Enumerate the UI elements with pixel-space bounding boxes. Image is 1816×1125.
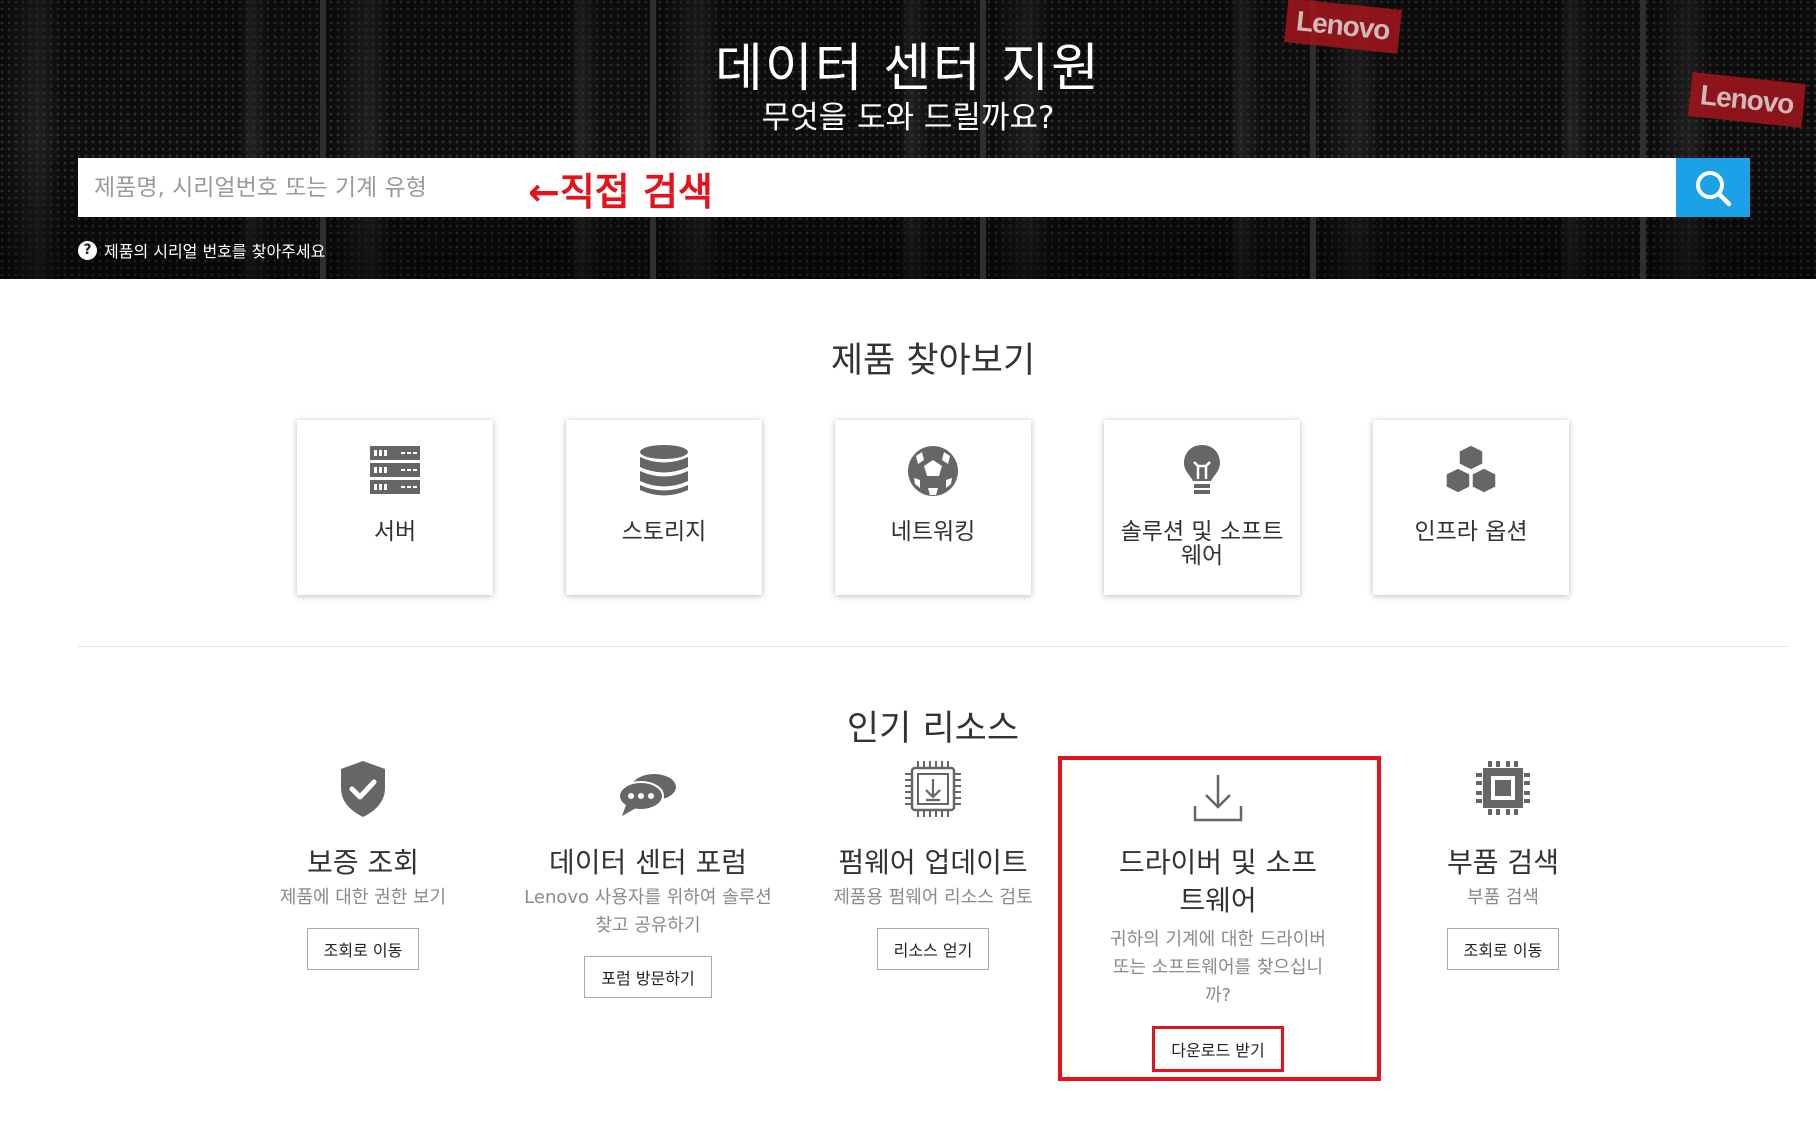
database-icon xyxy=(640,445,688,496)
category-label: 네트워킹 xyxy=(890,519,976,545)
product-category-cards: 서버 스토리지 네트워킹 솔루션 및 소프트웨어 인프라 옵션 xyxy=(297,420,1569,600)
download-icon xyxy=(1193,775,1243,822)
network-globe-icon xyxy=(908,446,958,496)
popular-resources-heading: 인기 리소스 xyxy=(846,709,1020,749)
resource-title: 보증 조회 xyxy=(307,846,419,879)
cpu-chip-icon xyxy=(1476,761,1530,815)
warranty-lookup-button[interactable]: 조회로 이동 xyxy=(306,928,420,970)
category-label: 솔루션 및 소프트웨어 xyxy=(1120,519,1284,569)
resource-description: 귀하의 기계에 대한 드라이버 또는 소프트웨어를 찾으십니까? xyxy=(1110,929,1326,1006)
server-icon xyxy=(370,446,420,494)
category-label: 스토리지 xyxy=(621,519,707,545)
resource-title: 데이터 센터 포럼 xyxy=(548,846,748,879)
resource-title: 펌웨어 업데이트 xyxy=(838,846,1028,879)
firmware-chip-icon xyxy=(905,761,961,817)
resource-parts: 부품 검색 부품 검색 조회로 이동 xyxy=(1373,760,1633,970)
resource-forum: 데이터 센터 포럼 Lenovo 사용자를 위하여 솔루션 찾고 공유하기 포럼… xyxy=(518,760,778,998)
resource-title: 부품 검색 xyxy=(1447,846,1559,879)
hero-banner: Lenovo Lenovo 데이터 센터 지원 무엇을 도와 드릴까요? ←직접… xyxy=(0,0,1816,279)
category-card-server[interactable]: 서버 xyxy=(297,420,493,595)
download-button[interactable]: 다운로드 받기 xyxy=(1152,1026,1284,1072)
shield-check-icon xyxy=(341,761,385,817)
resource-description: 부품 검색 xyxy=(1467,887,1539,908)
resource-description: 제품용 펌웨어 리소스 검토 xyxy=(833,887,1033,908)
category-label: 서버 xyxy=(373,519,417,545)
section-divider xyxy=(78,646,1788,647)
question-icon: ? xyxy=(78,240,97,260)
lightbulb-icon xyxy=(1184,445,1220,494)
parts-lookup-button[interactable]: 조회로 이동 xyxy=(1446,928,1560,970)
browse-products-heading: 제품 찾아보기 xyxy=(830,341,1036,381)
resource-warranty: 보증 조회 제품에 대한 권한 보기 조회로 이동 xyxy=(233,760,493,970)
serial-help-link[interactable]: ? 제품의 시리얼 번호를 찾아주세요 xyxy=(78,238,325,262)
page-title: 데이터 센터 지원 xyxy=(715,39,1101,99)
category-card-infrastructure[interactable]: 인프라 옵션 xyxy=(1373,420,1569,595)
get-resources-button[interactable]: 리소스 얻기 xyxy=(876,928,990,970)
category-card-storage[interactable]: 스토리지 xyxy=(566,420,762,595)
search-bar: ←직접 검색 xyxy=(78,158,1750,217)
visit-forum-button[interactable]: 포럼 방문하기 xyxy=(584,956,712,998)
resource-drivers: 드라이버 및 소프트웨어 귀하의 기계에 대한 드라이버 또는 소프트웨어를 찾… xyxy=(1088,760,1348,1072)
category-card-solutions[interactable]: 솔루션 및 소프트웨어 xyxy=(1104,420,1300,595)
resource-title: 드라이버 및 소프트웨어 xyxy=(1118,846,1318,917)
resource-description: Lenovo 사용자를 위하여 솔루션 찾고 공유하기 xyxy=(524,887,772,936)
cubes-icon xyxy=(1445,444,1497,494)
search-button[interactable] xyxy=(1676,158,1750,217)
search-input[interactable] xyxy=(78,158,1674,217)
page-subtitle: 무엇을 도와 드릴까요? xyxy=(761,100,1055,136)
search-icon xyxy=(1696,170,1732,206)
serial-help-text: 제품의 시리얼 번호를 찾아주세요 xyxy=(104,242,326,261)
category-card-networking[interactable]: 네트워킹 xyxy=(835,420,1031,595)
resource-firmware: 펌웨어 업데이트 제품용 펌웨어 리소스 검토 리소스 얻기 xyxy=(803,760,1063,970)
category-label: 인프라 옵션 xyxy=(1414,519,1528,545)
resource-description: 제품에 대한 권한 보기 xyxy=(279,887,447,908)
chat-bubbles-icon xyxy=(618,774,676,816)
